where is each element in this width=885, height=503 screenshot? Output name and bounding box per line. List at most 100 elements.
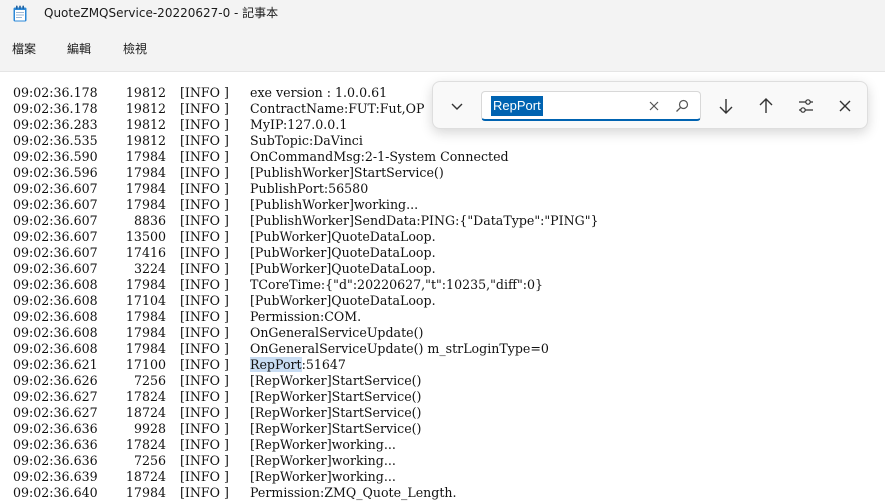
log-level: [INFO ] bbox=[180, 469, 229, 484]
log-time: 09:02:36.178 bbox=[13, 85, 98, 100]
log-line: 09:02:36.639 18724 [INFO ] [RepWorker]worki… bbox=[13, 469, 599, 485]
log-time: 09:02:36.607 bbox=[13, 197, 98, 212]
close-icon bbox=[839, 100, 851, 112]
log-message-text: OnGeneralServiceUpdate() bbox=[250, 325, 424, 340]
log-line: 09:02:36.627 17824 [INFO ] [RepWorker]Start… bbox=[13, 389, 599, 405]
log-message-text: [RepWorker]working... bbox=[250, 437, 396, 452]
log-message: [PubWorker]QuoteDataLoop. bbox=[250, 245, 436, 261]
log-line: 09:02:36.607 17984 [INFO ] [PublishWorker]w… bbox=[13, 197, 599, 213]
log-thread-id: 9928 bbox=[133, 421, 166, 436]
close-find-button[interactable] bbox=[833, 94, 857, 118]
arrow-down-icon bbox=[719, 99, 733, 114]
menu-file[interactable]: 檔案 bbox=[12, 41, 36, 57]
search-options-button[interactable] bbox=[794, 94, 818, 118]
log-message-text: [PubWorker]QuoteDataLoop. bbox=[250, 293, 436, 308]
log-message-text: [RepWorker]StartService() bbox=[250, 373, 422, 388]
log-message-text: PublishPort:56580 bbox=[250, 181, 369, 196]
title-bar: QuoteZMQService-20220627-0 - 記事本 bbox=[0, 0, 885, 28]
log-message: [RepWorker]working... bbox=[250, 437, 396, 453]
log-thread-id: 17984 bbox=[125, 277, 166, 292]
log-level: [INFO ] bbox=[180, 341, 229, 356]
log-thread-id: 19812 bbox=[125, 101, 166, 116]
expand-replace-button[interactable] bbox=[445, 94, 469, 118]
menu-edit[interactable]: 編輯 bbox=[67, 41, 91, 57]
log-line: 09:02:36.636 17824 [INFO ] [RepWorker]worki… bbox=[13, 437, 599, 453]
search-input[interactable]: RepPort bbox=[491, 96, 543, 116]
log-message: PublishPort:56580 bbox=[250, 181, 368, 197]
log-message-text: [PublishWorker]working... bbox=[250, 197, 419, 212]
find-previous-button[interactable] bbox=[754, 94, 778, 118]
log-thread-id: 13500 bbox=[125, 229, 166, 244]
log-time: 09:02:36.639 bbox=[13, 469, 98, 484]
log-level: [INFO ] bbox=[180, 117, 229, 132]
log-time: 09:02:36.636 bbox=[13, 453, 98, 468]
log-level: [INFO ] bbox=[180, 309, 229, 324]
log-message-text: [PubWorker]QuoteDataLoop. bbox=[250, 245, 436, 260]
log-message: [RepWorker]working... bbox=[250, 469, 396, 485]
log-level: [INFO ] bbox=[180, 405, 229, 420]
search-match-highlight: RepPort bbox=[250, 357, 302, 372]
log-message-text: :51647 bbox=[301, 357, 346, 372]
log-time: 09:02:36.596 bbox=[13, 165, 98, 180]
log-line: 09:02:36.608 17984 [INFO ] OnGeneralService… bbox=[13, 341, 599, 357]
log-message: ContractName:FUT:Fut,OP bbox=[250, 101, 424, 117]
log-message: [RepWorker]StartService() bbox=[250, 421, 421, 437]
log-thread-id: 17984 bbox=[125, 341, 166, 356]
log-line: 09:02:36.596 17984 [INFO ] [PublishWorker]S… bbox=[13, 165, 599, 181]
log-time: 09:02:36.535 bbox=[13, 133, 98, 148]
log-message: [PublishWorker]SendData:PING:{"DataType"… bbox=[250, 213, 599, 229]
find-next-button[interactable] bbox=[714, 94, 738, 118]
search-icon[interactable] bbox=[674, 98, 690, 114]
log-message: TCoreTime:{"d":20220627,"t":10235,"diff"… bbox=[250, 277, 543, 293]
log-time: 09:02:36.283 bbox=[13, 117, 98, 132]
log-level: [INFO ] bbox=[180, 389, 229, 404]
log-thread-id: 17104 bbox=[125, 293, 166, 308]
clear-icon[interactable] bbox=[646, 98, 662, 114]
log-message-text: TCoreTime:{"d":20220627,"t":10235,"diff"… bbox=[250, 277, 544, 292]
search-box[interactable]: RepPort bbox=[481, 91, 701, 121]
log-thread-id: 17416 bbox=[125, 245, 166, 260]
log-message-text: [PublishWorker]StartService() bbox=[250, 165, 444, 180]
log-level: [INFO ] bbox=[180, 277, 229, 292]
log-level: [INFO ] bbox=[180, 101, 229, 116]
log-time: 09:02:36.621 bbox=[13, 357, 98, 372]
log-message-text: exe version : 1.0.0.61 bbox=[250, 85, 388, 100]
log-message-text: [RepWorker]StartService() bbox=[250, 389, 422, 404]
log-thread-id: 7256 bbox=[133, 373, 166, 388]
log-time: 09:02:36.178 bbox=[13, 101, 98, 116]
log-time: 09:02:36.608 bbox=[13, 277, 98, 292]
log-message: [RepWorker]StartService() bbox=[250, 389, 421, 405]
log-message: [RepWorker]StartService() bbox=[250, 405, 421, 421]
log-line: 09:02:36.535 19812 [INFO ] SubTopic:DaVinci bbox=[13, 133, 599, 149]
log-thread-id: 19812 bbox=[125, 85, 166, 100]
log-level: [INFO ] bbox=[180, 229, 229, 244]
chevron-down-icon bbox=[451, 103, 463, 110]
log-time: 09:02:36.608 bbox=[13, 293, 98, 308]
log-time: 09:02:36.608 bbox=[13, 309, 98, 324]
text-editor[interactable]: 09:02:36.178 19812 [INFO ] exe version : 1.… bbox=[0, 71, 885, 503]
log-line: 09:02:36.608 17984 [INFO ] OnGeneralService… bbox=[13, 325, 599, 341]
log-thread-id: 17984 bbox=[125, 181, 166, 196]
log-message-text: OnGeneralServiceUpdate() m_strLoginType=… bbox=[250, 341, 549, 356]
log-thread-id: 17984 bbox=[125, 149, 166, 164]
log-level: [INFO ] bbox=[180, 357, 229, 372]
log-message-text: MyIP:127.0.0.1 bbox=[250, 117, 348, 132]
log-level: [INFO ] bbox=[180, 197, 229, 212]
log-thread-id: 17824 bbox=[125, 437, 166, 452]
log-level: [INFO ] bbox=[180, 133, 229, 148]
log-message: [PublishWorker]working... bbox=[250, 197, 418, 213]
log-level: [INFO ] bbox=[180, 261, 229, 276]
menu-view[interactable]: 檢視 bbox=[123, 41, 147, 57]
log-level: [INFO ] bbox=[180, 213, 229, 228]
log-message: [PubWorker]QuoteDataLoop. bbox=[250, 229, 436, 245]
log-level: [INFO ] bbox=[180, 165, 229, 180]
log-message-text: [RepWorker]StartService() bbox=[250, 421, 422, 436]
log-message: MyIP:127.0.0.1 bbox=[250, 117, 347, 133]
log-thread-id: 19812 bbox=[125, 117, 166, 132]
log-line: 09:02:36.640 17984 [INFO ] Permission:ZMQ_Q… bbox=[13, 485, 599, 501]
log-thread-id: 17824 bbox=[125, 389, 166, 404]
log-message-text: [RepWorker]StartService() bbox=[250, 405, 422, 420]
log-line: 09:02:36.590 17984 [INFO ] OnCommandMsg:2-1… bbox=[13, 149, 599, 165]
log-time: 09:02:36.608 bbox=[13, 341, 98, 356]
log-message: OnGeneralServiceUpdate() m_strLoginType=… bbox=[250, 341, 549, 357]
